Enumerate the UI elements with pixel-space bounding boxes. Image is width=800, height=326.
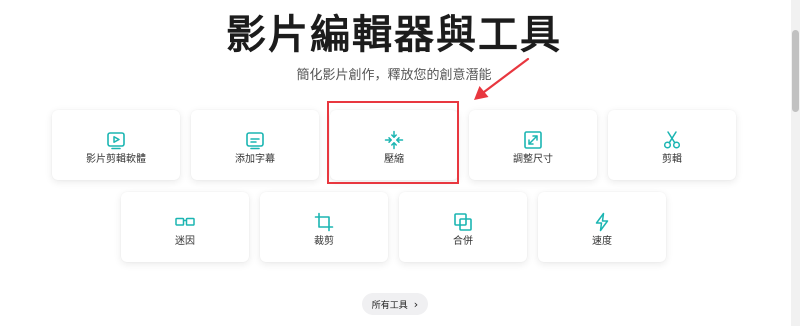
tool-label: 迷因 [175, 236, 195, 247]
meme-glasses-icon [175, 217, 195, 226]
resize-icon [524, 131, 542, 149]
tool-card-speed[interactable]: 速度 [538, 192, 666, 262]
tool-label: 添加字幕 [235, 154, 275, 165]
page-title: 影片編輯器與工具 [226, 12, 562, 58]
tool-card-resize[interactable]: 調整尺寸 [469, 110, 597, 180]
lightning-icon [595, 212, 609, 232]
all-tools-label: 所有工具 [371, 300, 408, 311]
tool-card-video-editor[interactable]: 影片剪輯軟體 [52, 110, 180, 180]
all-tools-button[interactable]: 所有工具 › [362, 293, 428, 315]
scrollbar-thumb[interactable] [792, 30, 799, 112]
page: 影片編輯器與工具 簡化影片創作，釋放您的創意潛能 影片剪輯軟體 添加字幕 壓縮 … [0, 0, 800, 326]
tool-label: 壓縮 [384, 154, 404, 165]
subtitle-icon [246, 132, 264, 150]
tool-label: 裁剪 [314, 236, 334, 247]
tool-card-add-subtitles[interactable]: 添加字幕 [191, 110, 319, 180]
tool-label: 合併 [453, 236, 473, 247]
tool-card-compress[interactable]: 壓縮 [330, 110, 458, 180]
page-subtitle: 簡化影片創作，釋放您的創意潛能 [296, 68, 492, 83]
merge-icon [454, 213, 472, 231]
tool-card-merge[interactable]: 合併 [399, 192, 527, 262]
tool-card-trim[interactable]: 剪輯 [608, 110, 736, 180]
scrollbar[interactable] [791, 0, 800, 326]
compress-icon [384, 130, 404, 150]
tool-card-crop[interactable]: 裁剪 [260, 192, 388, 262]
tool-label: 影片剪輯軟體 [86, 154, 146, 165]
scissors-icon [663, 131, 681, 149]
tool-card-meme[interactable]: 迷因 [121, 192, 249, 262]
tool-label: 剪輯 [662, 154, 682, 165]
chevron-right-icon: › [413, 297, 419, 311]
tool-label: 速度 [592, 236, 612, 247]
video-play-icon [107, 132, 125, 150]
tool-label: 調整尺寸 [513, 154, 553, 165]
crop-icon [314, 212, 334, 232]
